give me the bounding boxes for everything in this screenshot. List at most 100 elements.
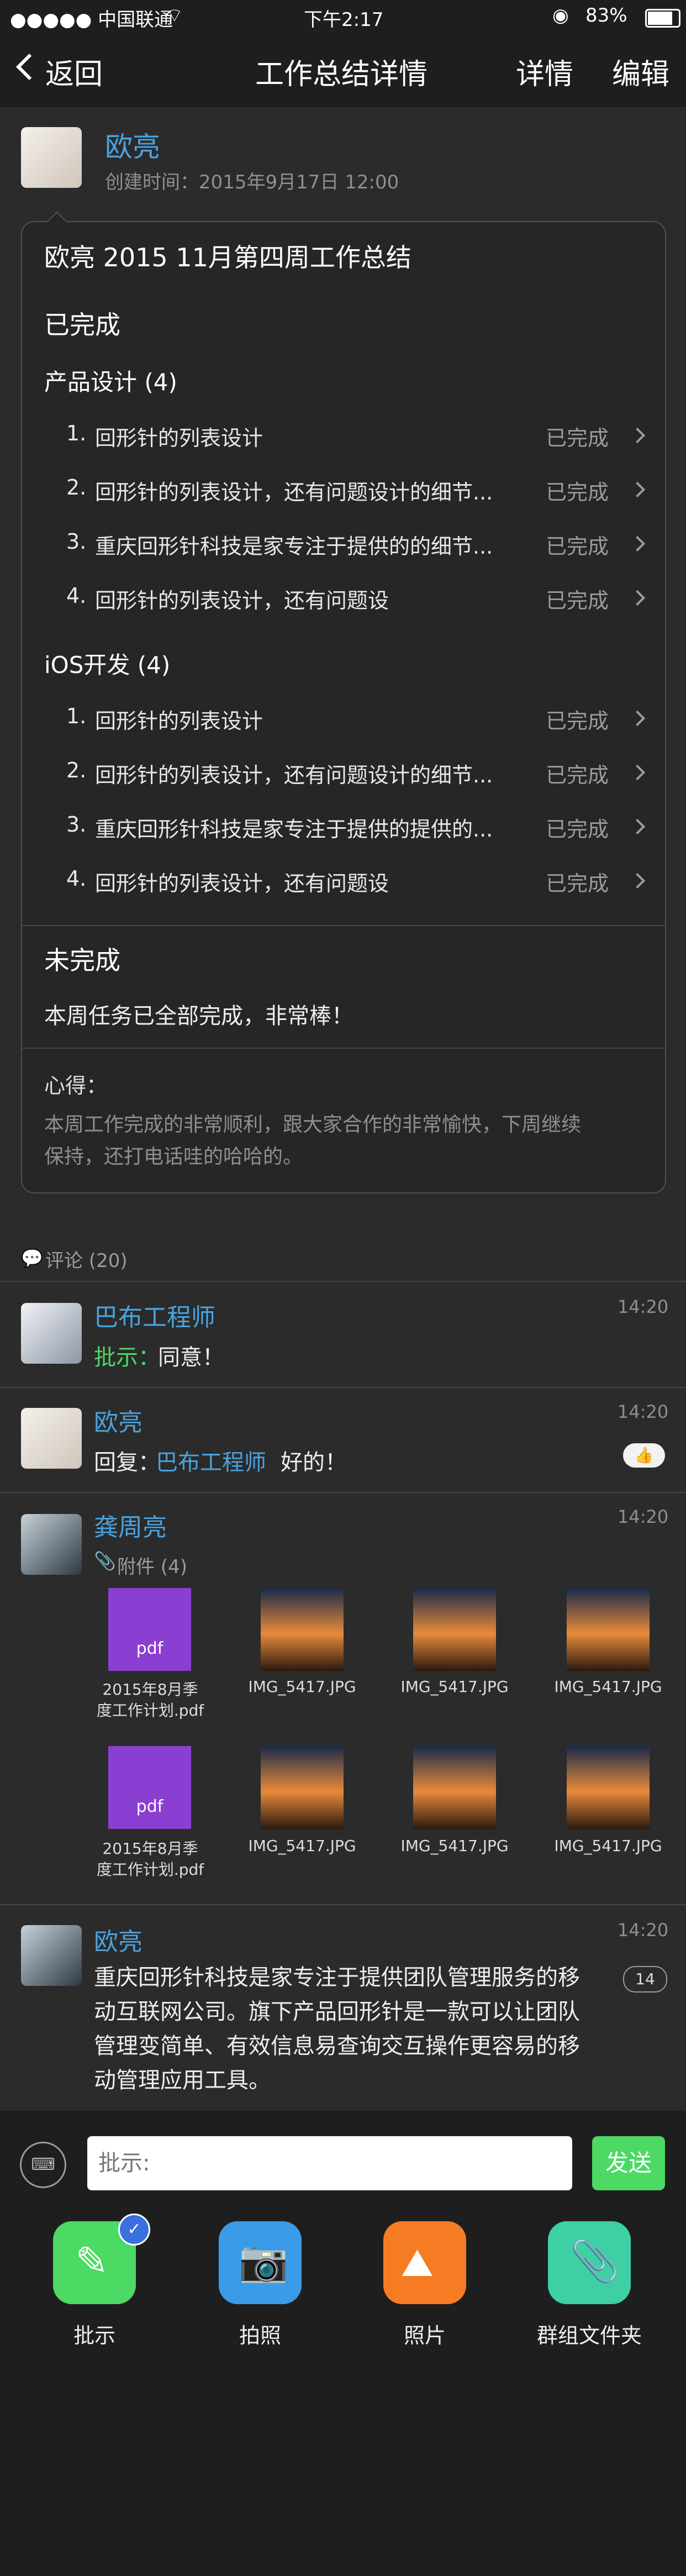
item-text: 回形针的列表设计，还有问题设 bbox=[95, 871, 389, 896]
commenter-name[interactable]: 欧亮 bbox=[94, 1922, 143, 1957]
list-item[interactable]: 3. 重庆回形针科技是家专注于提供的的细节... 已完成 bbox=[22, 518, 665, 572]
action-label: 批示 bbox=[73, 2323, 115, 2348]
divider bbox=[22, 1048, 665, 1049]
image-thumbnail[interactable] bbox=[413, 1588, 496, 1671]
list-item[interactable]: 2. 回形针的列表设计，还有问题设计的细节... 已完成 bbox=[22, 464, 665, 518]
chevron-right-icon bbox=[629, 590, 646, 606]
list-item[interactable]: 3. 重庆回形针科技是家专注于提供的提供的... 已完成 bbox=[22, 801, 665, 855]
image-thumbnail[interactable] bbox=[567, 1588, 650, 1671]
item-text: 回形针的列表设计，还有问题设计的细节... bbox=[95, 763, 493, 787]
file-caption: IMG_5417.JPG bbox=[554, 1837, 662, 1855]
detail-button[interactable]: 详情 bbox=[516, 51, 573, 92]
clock: 下午2:17 bbox=[304, 9, 384, 31]
item-text: 重庆回形针科技是家专注于提供的的细节... bbox=[95, 534, 493, 559]
comment-text: 动管理应用工具。 bbox=[94, 2068, 271, 2093]
avatar[interactable] bbox=[21, 127, 82, 188]
reply-count-badge[interactable]: 14 bbox=[623, 1966, 667, 1993]
image-thumbnail[interactable] bbox=[567, 1746, 650, 1829]
back-chevron-icon[interactable] bbox=[15, 53, 43, 81]
item-text: 回形针的列表设计，还有问题设 bbox=[95, 588, 389, 613]
list-item[interactable]: 2. 回形针的列表设计，还有问题设计的细节... 已完成 bbox=[22, 747, 665, 801]
comment-time: 14:20 bbox=[618, 1296, 669, 1317]
camera-button[interactable]: 📷 bbox=[219, 2221, 302, 2304]
file-caption: IMG_5417.JPG bbox=[400, 1678, 509, 1696]
item-status: 已完成 bbox=[546, 426, 609, 450]
file-caption: IMG_5417.JPG bbox=[554, 1678, 662, 1696]
insight-label: 心得： bbox=[44, 1074, 108, 1098]
divider bbox=[0, 1281, 686, 1282]
incomplete-heading: 未完成 bbox=[44, 945, 120, 975]
chevron-right-icon bbox=[629, 535, 646, 552]
chevron-right-icon bbox=[629, 481, 646, 498]
comment-time: 14:20 bbox=[618, 1506, 669, 1527]
edit-button[interactable]: 编辑 bbox=[612, 51, 669, 92]
image-icon: ⛰ bbox=[401, 2240, 434, 2285]
group-folder-button[interactable]: 📎 bbox=[548, 2221, 631, 2304]
item-status: 已完成 bbox=[546, 480, 609, 504]
action-label: 照片 bbox=[403, 2323, 446, 2348]
incomplete-text: 本周任务已全部完成，非常棒！ bbox=[44, 1003, 353, 1029]
navigation-bar: 返回 工作总结详情 详情 编辑 bbox=[0, 33, 686, 107]
photos-button[interactable]: ⛰ bbox=[383, 2221, 466, 2304]
pdf-icon: pdf bbox=[108, 1746, 191, 1829]
item-text: 回形针的列表设计 bbox=[95, 709, 263, 733]
wifi-icon: ⌔ bbox=[166, 4, 183, 27]
file-caption: 度工作计划.pdf bbox=[96, 1701, 204, 1720]
list-item[interactable]: 1. 回形针的列表设计 已完成 bbox=[22, 693, 665, 747]
file-caption: IMG_5417.JPG bbox=[400, 1837, 509, 1855]
comment-prefix: 批示： bbox=[94, 1345, 160, 1370]
author-name[interactable]: 欧亮 bbox=[105, 125, 160, 165]
pdf-icon: pdf bbox=[108, 1588, 191, 1671]
action-label: 拍照 bbox=[239, 2323, 281, 2348]
file-caption: 2015年8月季 bbox=[102, 1680, 198, 1699]
avatar[interactable] bbox=[21, 1514, 82, 1575]
file-pdf[interactable]: pdf bbox=[108, 1746, 191, 1829]
item-status: 已完成 bbox=[546, 871, 609, 896]
summary-title: 欧亮 2015 11月第四周工作总结 bbox=[44, 243, 411, 272]
check-badge-icon: ✓ bbox=[118, 2214, 150, 2246]
image-thumbnail[interactable] bbox=[261, 1746, 344, 1829]
send-button[interactable]: 发送 bbox=[592, 2136, 665, 2190]
image-thumbnail[interactable] bbox=[261, 1588, 344, 1671]
created-time: 创建时间：2015年9月17日 12:00 bbox=[105, 171, 399, 193]
comment-input[interactable] bbox=[87, 2136, 572, 2190]
completed-heading: 已完成 bbox=[44, 310, 120, 340]
chevron-right-icon bbox=[629, 710, 646, 727]
divider bbox=[0, 1904, 686, 1905]
file-caption: IMG_5417.JPG bbox=[248, 1678, 356, 1696]
list-item[interactable]: 1. 回形针的列表设计 已完成 bbox=[22, 410, 665, 464]
commenter-name[interactable]: 巴布工程师 bbox=[94, 1297, 215, 1333]
card-pointer bbox=[46, 211, 67, 232]
divider bbox=[0, 1492, 686, 1493]
summary-card: 欧亮 2015 11月第四周工作总结 已完成 产品设计 (4) 1. 回形针的列… bbox=[21, 211, 666, 1194]
file-pdf[interactable]: pdf bbox=[108, 1588, 191, 1671]
chevron-right-icon bbox=[629, 427, 646, 444]
mention-link[interactable]: 巴布工程师 bbox=[156, 1444, 266, 1476]
avatar[interactable] bbox=[21, 1303, 82, 1364]
battery-icon bbox=[645, 9, 680, 28]
group-heading-ios: iOS开发 (4) bbox=[44, 651, 171, 679]
image-thumbnail[interactable] bbox=[413, 1746, 496, 1829]
comments-count: 评论 (20) bbox=[45, 1250, 128, 1272]
like-icon[interactable]: 👍 bbox=[623, 1443, 665, 1468]
divider bbox=[22, 925, 665, 926]
item-status: 已完成 bbox=[546, 588, 609, 613]
commenter-name[interactable]: 欧亮 bbox=[94, 1402, 143, 1438]
list-item[interactable]: 4. 回形针的列表设计，还有问题设 已完成 bbox=[22, 855, 665, 910]
comment-time: 14:20 bbox=[618, 1401, 669, 1422]
avatar[interactable] bbox=[21, 1408, 82, 1469]
back-button[interactable]: 返回 bbox=[45, 51, 103, 92]
comment-prefix: 回复： bbox=[94, 1450, 160, 1475]
comment-text: 重庆回形针科技是家专注于提供团队管理服务的移 bbox=[94, 1965, 580, 1990]
item-status: 已完成 bbox=[546, 763, 609, 787]
camera-icon: 📷 bbox=[239, 2238, 288, 2284]
commenter-name[interactable]: 龚周亮 bbox=[94, 1507, 167, 1543]
comment-text: 好的！ bbox=[281, 1450, 347, 1475]
chevron-right-icon bbox=[629, 818, 646, 835]
keyboard-icon[interactable]: ⌨ bbox=[20, 2142, 66, 2188]
file-caption: 2015年8月季 bbox=[102, 1839, 198, 1858]
list-item[interactable]: 4. 回形针的列表设计，还有问题设 已完成 bbox=[22, 572, 665, 627]
attachments-label: 附件 (4) bbox=[117, 1556, 187, 1578]
divider bbox=[0, 1387, 686, 1388]
avatar[interactable] bbox=[21, 1925, 82, 1986]
